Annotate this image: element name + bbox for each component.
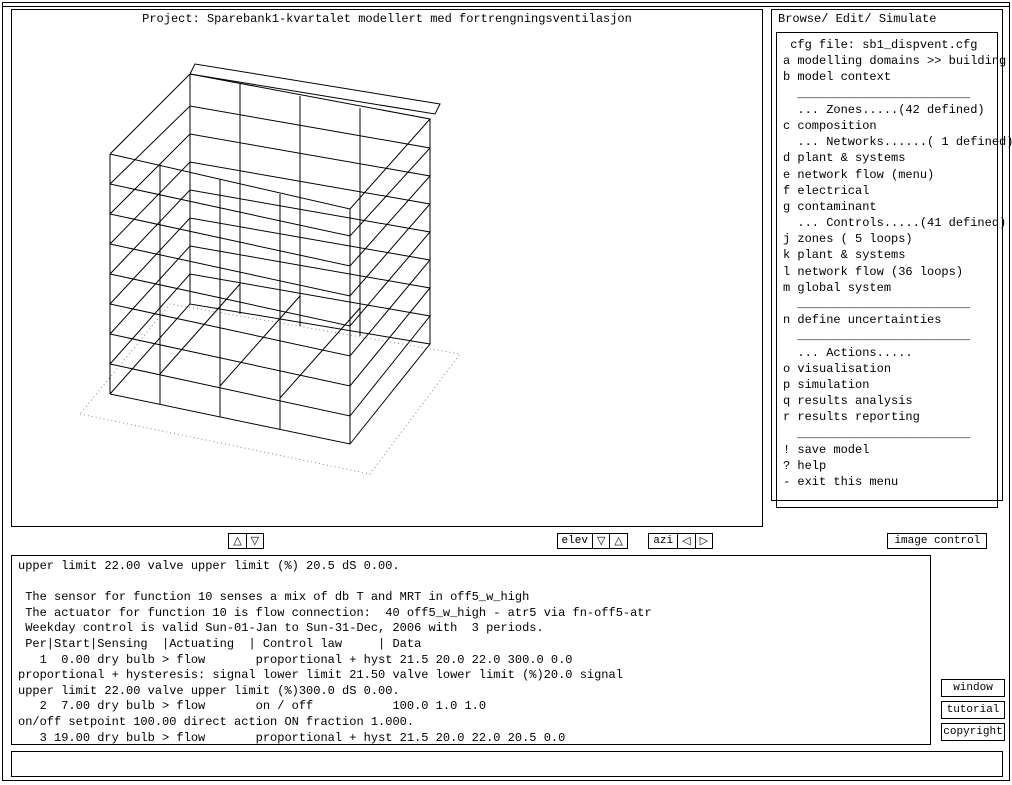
menu-item[interactable]: d plant & systems	[783, 150, 991, 166]
view-toolbar: △ ▽ elev ▽ △ azi ◁ ▷ image control	[11, 533, 1003, 551]
triangle-down-icon: ▽	[597, 534, 605, 548]
menu-item[interactable]: ? help	[783, 458, 991, 474]
menu-item[interactable]: g contaminant	[783, 199, 991, 215]
elev-buttons: elev ▽ △	[557, 533, 628, 549]
azi-label[interactable]: azi	[649, 534, 678, 548]
menu-item[interactable]: o visualisation	[783, 361, 991, 377]
menu-item: ________________________	[783, 86, 991, 102]
menu-list: cfg file: sb1_dispvent.cfga modelling do…	[776, 32, 998, 508]
menu-item: ________________________	[783, 296, 991, 312]
menu-item[interactable]: p simulation	[783, 377, 991, 393]
window-button[interactable]: window	[941, 679, 1005, 697]
triangle-up-icon: △	[233, 534, 241, 548]
menu-item[interactable]: j zones ( 5 loops)	[783, 231, 991, 247]
pan-buttons: △ ▽	[228, 533, 264, 549]
menu-item: ... Controls.....(41 defined)	[783, 215, 991, 231]
menu-item: ________________________	[783, 328, 991, 344]
triangle-left-icon: ◁	[682, 534, 690, 548]
project-title: Project: Sparebank1-kvartalet modellert …	[12, 10, 762, 28]
menu-item[interactable]: m global system	[783, 280, 991, 296]
menu-item: ... Networks......( 1 defined)	[783, 134, 991, 150]
elev-up-button[interactable]: △	[610, 534, 626, 548]
copyright-button[interactable]: copyright	[941, 723, 1005, 741]
azi-buttons: azi ◁ ▷	[648, 533, 713, 549]
menu-item[interactable]: - exit this menu	[783, 474, 991, 490]
elev-label[interactable]: elev	[558, 534, 593, 548]
image-control-button[interactable]: image control	[887, 533, 987, 549]
wireframe-model	[40, 34, 480, 494]
menu-panel: Browse/ Edit/ Simulate cfg file: sb1_dis…	[771, 9, 1003, 501]
pan-down-button[interactable]: ▽	[247, 534, 263, 548]
pan-up-button[interactable]: △	[229, 534, 246, 548]
menu-item[interactable]: n define uncertainties	[783, 312, 991, 328]
menu-item[interactable]: r results reporting	[783, 409, 991, 425]
menu-item[interactable]: f electrical	[783, 183, 991, 199]
model-viewport[interactable]: Project: Sparebank1-kvartalet modellert …	[11, 9, 763, 527]
menu-panel-title: Browse/ Edit/ Simulate	[772, 10, 1002, 28]
main-area: Project: Sparebank1-kvartalet modellert …	[3, 7, 1009, 782]
azi-left-button[interactable]: ◁	[678, 534, 695, 548]
elev-down-button[interactable]: ▽	[593, 534, 610, 548]
menu-item: ... Actions.....	[783, 345, 991, 361]
menu-item[interactable]: k plant & systems	[783, 247, 991, 263]
menu-item: ... Zones.....(42 defined)	[783, 102, 991, 118]
menu-item[interactable]: e network flow (menu)	[783, 167, 991, 183]
menu-item[interactable]: c composition	[783, 118, 991, 134]
menu-item[interactable]: l network flow (36 loops)	[783, 264, 991, 280]
footer-buttons: window tutorial copyright	[941, 679, 1005, 741]
menu-item: ________________________	[783, 426, 991, 442]
menu-item[interactable]: b model context	[783, 69, 991, 85]
triangle-up-icon: △	[614, 534, 622, 548]
azi-right-button[interactable]: ▷	[696, 534, 712, 548]
menu-item[interactable]: ! save model	[783, 442, 991, 458]
app-window: Project: Sparebank1-kvartalet modellert …	[2, 2, 1010, 781]
tutorial-button[interactable]: tutorial	[941, 701, 1005, 719]
menu-item[interactable]: a modelling domains >> building only	[783, 53, 991, 69]
triangle-down-icon: ▽	[251, 534, 259, 548]
menu-item[interactable]: cfg file: sb1_dispvent.cfg	[783, 37, 991, 53]
message-console: upper limit 22.00 valve upper limit (%) …	[11, 555, 931, 745]
status-bar	[11, 751, 1003, 777]
menu-item[interactable]: q results analysis	[783, 393, 991, 409]
triangle-right-icon: ▷	[700, 534, 708, 548]
